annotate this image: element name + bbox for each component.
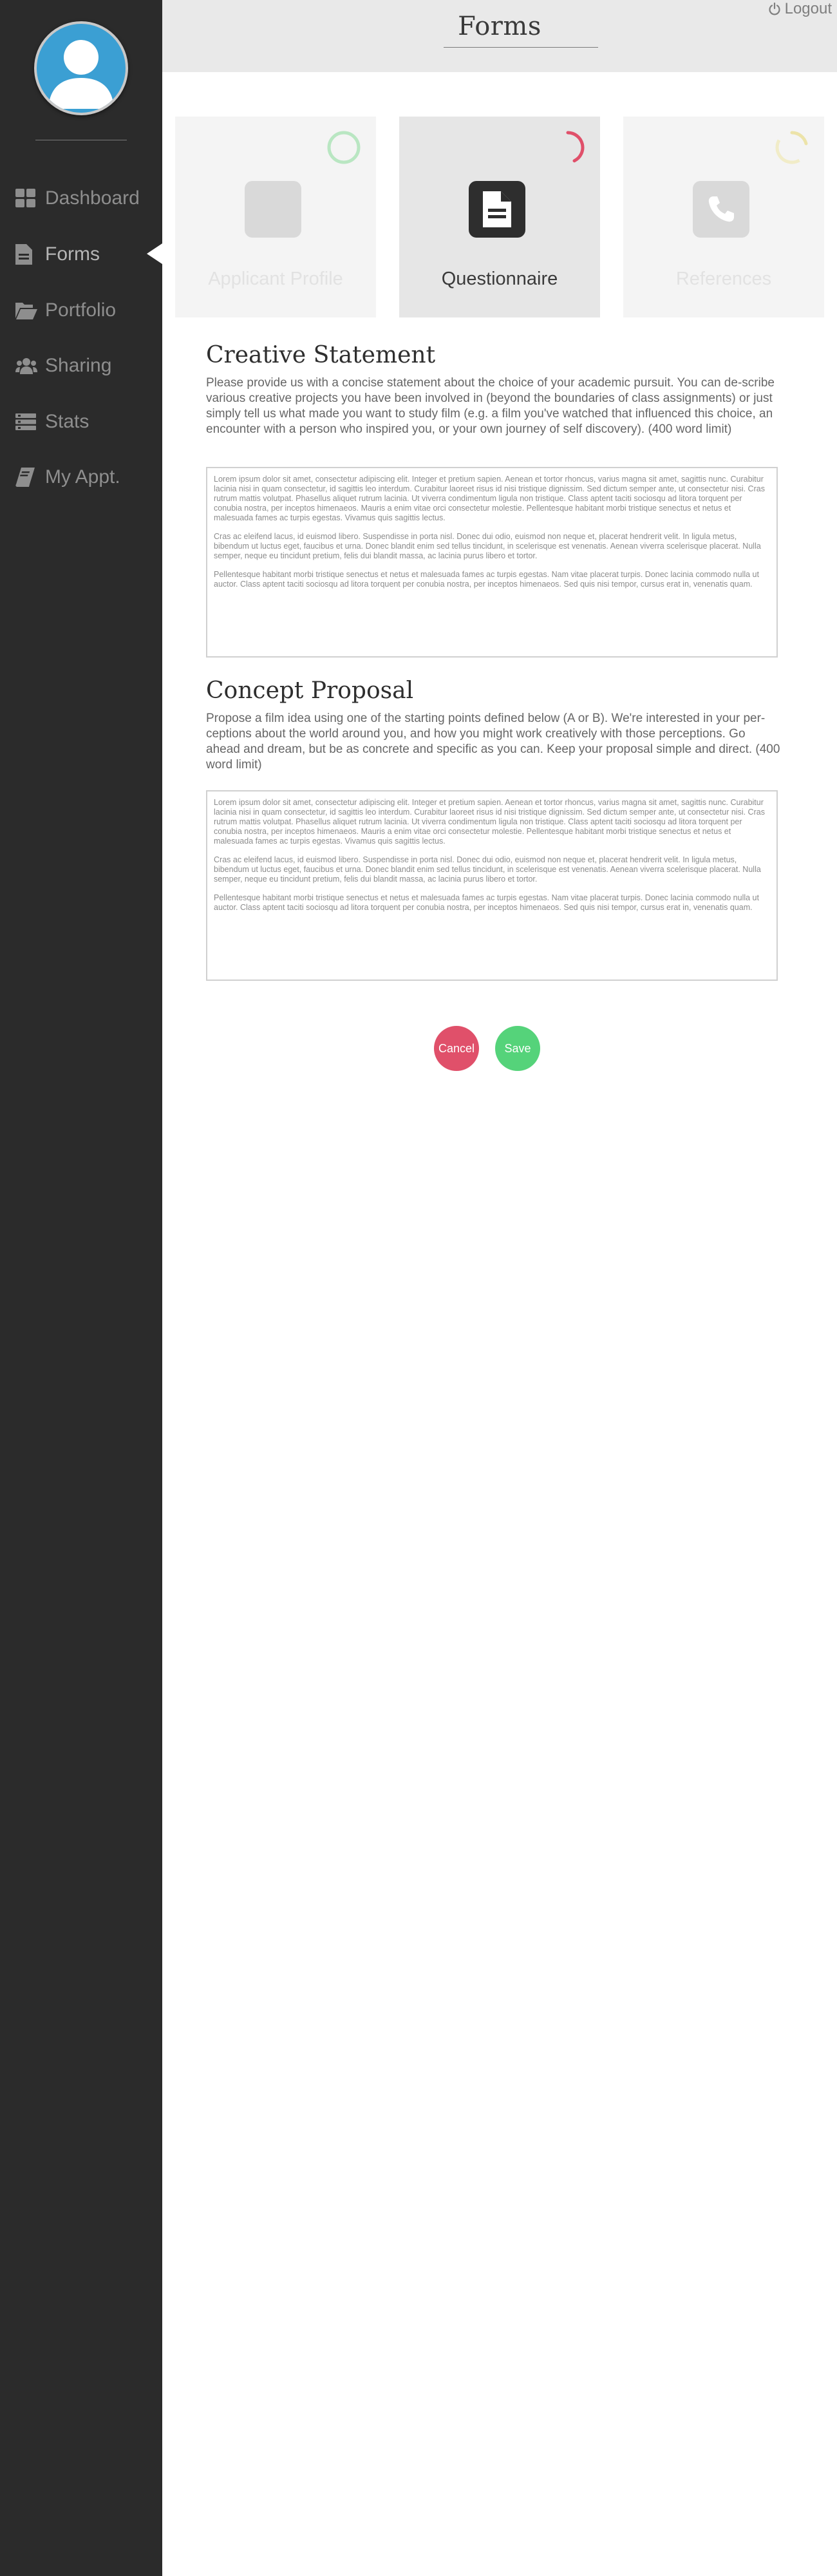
step-card-references[interactable]: References [623, 117, 824, 317]
step-label: Applicant Profile [208, 269, 343, 289]
logout-button[interactable]: Logout [768, 0, 832, 18]
cancel-button[interactable]: Cancel [434, 1026, 479, 1071]
textarea-paragraph: Lorem ipsum dolor sit amet, consectetur … [214, 798, 765, 846]
user-avatar-icon [48, 40, 114, 109]
section-description: Propose a film idea using one of the sta… [206, 712, 780, 772]
active-nav-indicator [147, 243, 162, 264]
step-card-questionnaire[interactable]: Questionnaire [399, 117, 600, 317]
list-icon [15, 412, 37, 432]
progress-ring-icon [775, 131, 809, 164]
section-description: Please provide us with a concise stateme… [206, 376, 775, 436]
page-title: Forms [458, 12, 541, 41]
textarea-paragraph: Lorem ipsum dolor sit amet, consectetur … [214, 475, 765, 522]
logout-label: Logout [784, 0, 832, 17]
sidebar-item-label: Portfolio [45, 299, 117, 321]
folder-open-icon [15, 300, 37, 321]
sidebar-item-label: Forms [45, 243, 100, 265]
phone-icon [693, 181, 749, 238]
textarea-paragraph: Pellentesque habitant morbi tristique se… [214, 570, 759, 589]
sidebar-item-stats[interactable]: Stats [15, 409, 89, 435]
sidebar-item-label: My Appt. [45, 466, 120, 488]
textarea-paragraph: Pellentesque habitant morbi tristique se… [214, 893, 759, 912]
textarea-paragraph: Cras ac eleifend lacus, id euismod liber… [214, 532, 761, 560]
dashboard-icon [15, 188, 37, 209]
textarea-paragraph: Cras ac eleifend lacus, id euismod liber… [214, 855, 761, 884]
file-icon [469, 181, 525, 238]
avatar[interactable] [34, 21, 128, 115]
power-icon [769, 3, 780, 15]
section-title-concept-proposal: Concept Proposal [206, 677, 414, 704]
title-underline [444, 47, 598, 48]
sidebar-item-my-appt[interactable]: My Appt. [15, 464, 120, 490]
header-bar: Forms Logout [162, 0, 837, 72]
sidebar-item-portfolio[interactable]: Portfolio [15, 298, 116, 323]
step-label: References [675, 269, 772, 289]
step-card-applicant-profile[interactable]: Applicant Profile [175, 117, 376, 317]
progress-ring-icon [566, 131, 585, 163]
save-button[interactable]: Save [495, 1026, 540, 1071]
file-icon [245, 181, 301, 238]
progress-ring-icon [327, 131, 361, 164]
sidebar-item-label: Dashboard [45, 187, 140, 209]
concept-proposal-textarea[interactable]: Lorem ipsum dolor sit amet, consectetur … [206, 790, 778, 981]
book-icon [15, 467, 37, 488]
sidebar-item-dashboard[interactable]: Dashboard [15, 185, 140, 211]
file-icon [15, 244, 37, 265]
sidebar-item-sharing[interactable]: Sharing [15, 353, 111, 379]
creative-statement-textarea[interactable]: Lorem ipsum dolor sit amet, consectetur … [206, 467, 778, 658]
section-title-creative-statement: Creative Statement [206, 342, 436, 368]
users-icon [15, 355, 37, 376]
sidebar-item-forms[interactable]: Forms [15, 242, 100, 267]
sidebar: Dashboard Forms Portfolio Sharing Stats … [0, 0, 162, 2576]
sidebar-item-label: Sharing [45, 355, 112, 376]
step-label: Questionnaire [441, 269, 558, 289]
sidebar-item-label: Stats [45, 411, 89, 432]
